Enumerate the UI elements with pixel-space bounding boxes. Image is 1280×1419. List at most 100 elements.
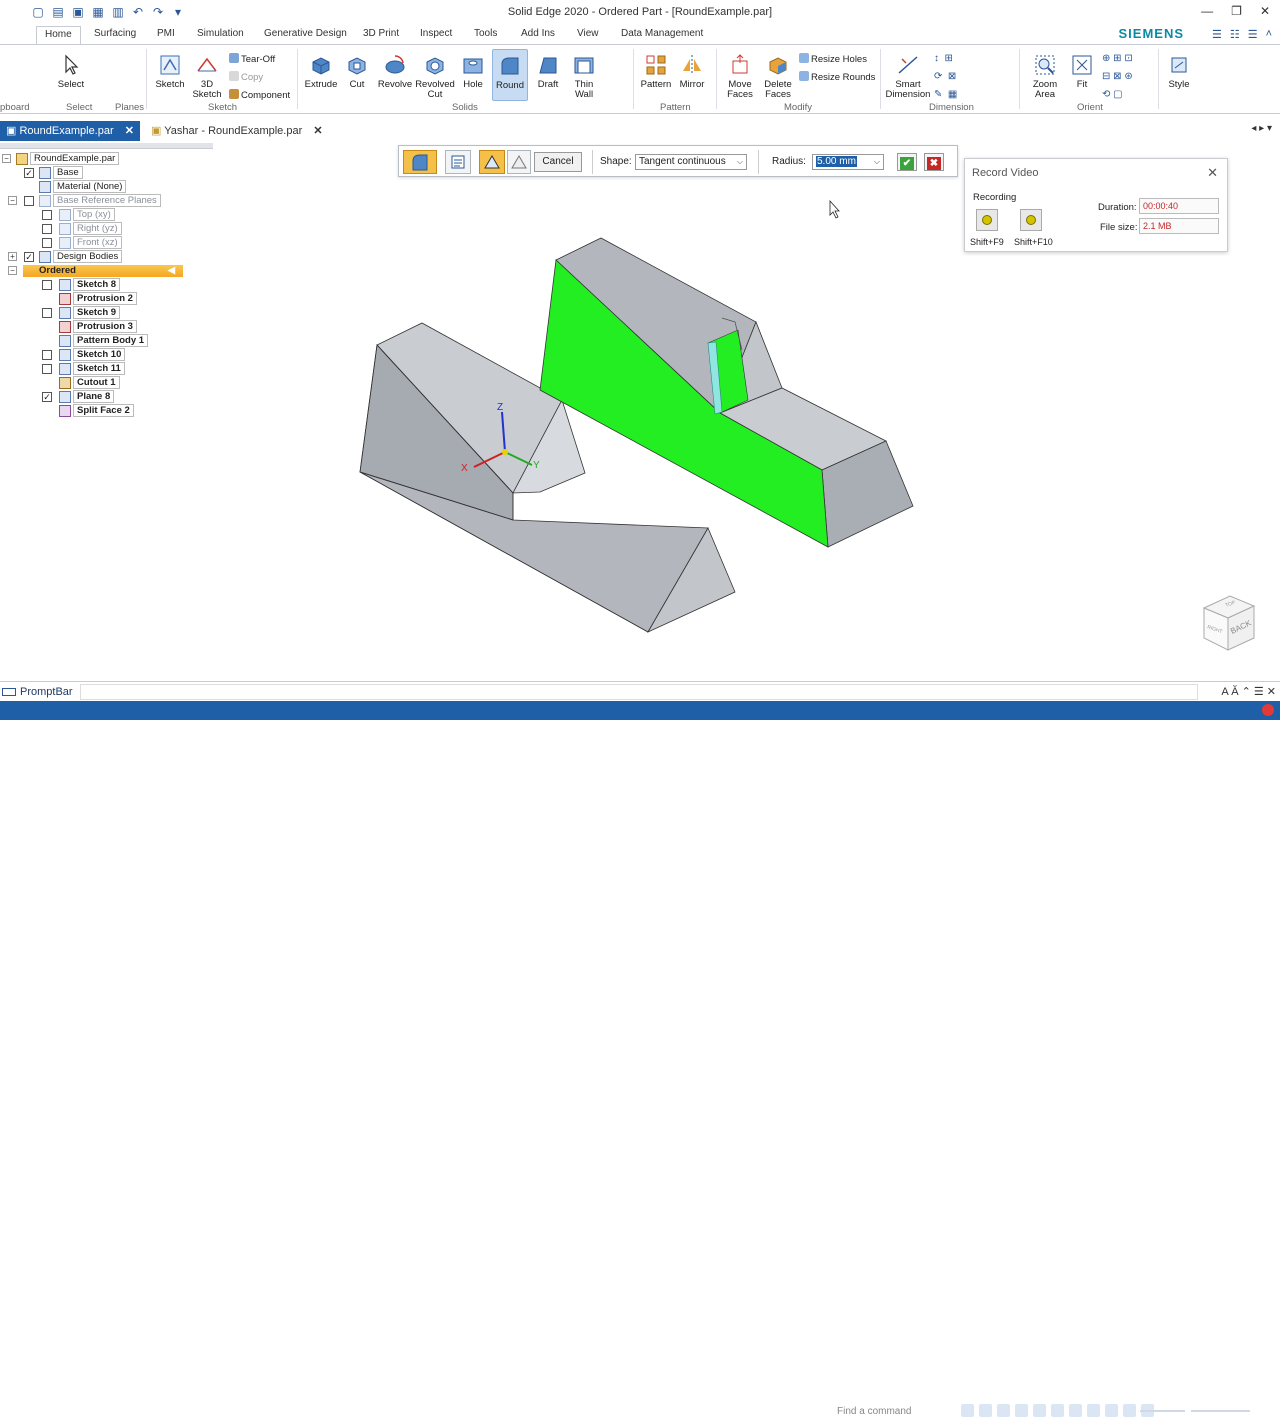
tree-item-split-face2[interactable]: Split Face 2 [42,404,134,417]
tab-view[interactable]: View [577,28,599,39]
shade-icon[interactable] [1069,1404,1082,1417]
tile-icon[interactable]: ☷ [1230,28,1240,41]
tree-item-base-planes[interactable]: − Base Reference Planes [8,194,161,207]
close-icon[interactable]: ✕ [1207,165,1218,181]
zoom-slider[interactable] [1140,1410,1250,1412]
copy-button[interactable]: Copy [229,71,263,83]
view-icon[interactable] [1051,1404,1064,1417]
restore-icon[interactable]: ❐ [1231,4,1242,18]
tree-item-protrusion3[interactable]: Protrusion 3 [42,320,137,333]
close-icon[interactable]: ✕ [1260,4,1270,18]
draft-button[interactable]: Draft [532,53,564,90]
minimize-icon[interactable]: — [1201,4,1213,18]
shape-dropdown[interactable]: Tangent continuous ⌵ [635,154,747,170]
help-list-icon[interactable]: ☰ [1212,28,1222,41]
checkbox[interactable] [42,280,52,290]
revolve-button[interactable]: Revolve [377,53,413,90]
hole-button[interactable]: Hole [457,53,489,90]
checkbox[interactable] [42,238,52,248]
select-edge-button[interactable] [479,150,505,174]
tree-item-plane8[interactable]: ✓ Plane 8 [42,390,115,403]
tab-surfacing[interactable]: Surfacing [94,28,136,39]
tree-item-sketch11[interactable]: Sketch 11 [42,362,125,375]
dimension-small-tools-3[interactable]: ✎ ▦ [934,89,957,100]
view-cube[interactable]: TOP RIGHT BACK [1196,590,1260,654]
3d-sketch-button[interactable]: 3D Sketch [190,53,224,100]
dimension-small-tools[interactable]: ↕ ⊞ [934,53,953,64]
doc-tab-yashar[interactable]: ▣ Yashar - RoundExample.par ✕ [145,121,329,141]
arrow-icon[interactable] [961,1404,974,1417]
tab-tools[interactable]: Tools [474,28,497,39]
move-faces-button[interactable]: Move Faces [722,53,758,100]
tab-3d-print[interactable]: 3D Print [363,28,399,39]
checkbox[interactable] [42,308,52,318]
tab-scroll-controls[interactable]: ◂ ▸ ▾ [1251,123,1272,134]
style-button[interactable]: Style [1164,53,1194,90]
tree-item-protrusion2[interactable]: Protrusion 2 [42,292,137,305]
fit-icon[interactable] [1015,1404,1028,1417]
close-command-button[interactable]: ✖ [924,153,944,171]
doc-tab-roundexample[interactable]: ▣ RoundExample.par ✕ [0,121,140,141]
tree-item-material[interactable]: Material (None) [22,180,127,193]
expand-icon[interactable]: + [8,252,17,261]
tab-data-management[interactable]: Data Management [621,28,703,39]
tree-root[interactable]: − RoundExample.par [2,152,120,165]
thin-wall-button[interactable]: Thin Wall [567,53,601,100]
find-command-input[interactable]: Find a command [834,1404,957,1419]
tree-item-sketch10[interactable]: Sketch 10 [42,348,126,361]
tree-splitter[interactable] [0,143,213,149]
rotate-icon[interactable] [1033,1404,1046,1417]
orient-small-tools-3[interactable]: ⟲ ▢ [1102,89,1123,100]
select-button[interactable]: Select [56,53,86,90]
tab-generative-design[interactable]: Generative Design [264,28,347,39]
close-tab-icon[interactable]: ✕ [313,125,322,137]
pan-icon[interactable] [979,1404,992,1417]
left-body-lower-face[interactable] [359,471,709,633]
tab-add-ins[interactable]: Add Ins [521,28,555,39]
round-step-button[interactable] [403,150,437,174]
zoom-icon[interactable] [997,1404,1010,1417]
display-icon[interactable] [1123,1404,1136,1417]
pause-button[interactable] [976,209,998,231]
tree-item-top-plane[interactable]: Top (xy) [42,208,115,221]
sketch-button[interactable]: Sketch [153,53,187,90]
checkbox[interactable] [42,350,52,360]
checkbox[interactable] [24,196,34,206]
orient-small-tools[interactable]: ⊕ ⊞ ⊡ [1102,53,1133,64]
options-button[interactable] [445,150,471,174]
checkbox[interactable] [42,364,52,374]
collapse-icon[interactable]: − [8,266,17,275]
mirror-button[interactable]: Mirror [676,53,708,90]
radius-input[interactable]: 5.00 mm ⌵ [812,154,884,170]
close-tab-icon[interactable]: ✕ [125,125,134,137]
zoom-area-button[interactable]: Zoom Area [1027,53,1063,100]
layer-icon[interactable] [1105,1404,1118,1417]
select-chain-button[interactable] [507,150,531,174]
prompt-controls[interactable]: A Ă ⌃ ☰ ✕ [1221,685,1276,698]
tree-item-sketch8[interactable]: Sketch 8 [42,278,121,291]
stop-button[interactable] [1020,209,1042,231]
delete-faces-button[interactable]: Delete Faces [760,53,796,100]
checkbox-checked[interactable]: ✓ [24,252,34,262]
orient-small-tools-2[interactable]: ⊟ ⊠ ⊛ [1102,71,1133,82]
tree-item-ordered[interactable]: Ordered ◀ [23,265,183,277]
extrude-button[interactable]: Extrude [304,53,338,90]
checkbox[interactable] [42,210,52,220]
style-icon[interactable] [1087,1404,1100,1417]
component-button[interactable]: Component [229,89,290,101]
tree-item-sketch9[interactable]: Sketch 9 [42,306,121,319]
collapse-icon[interactable]: − [8,196,17,205]
cut-button[interactable]: Cut [342,53,372,90]
tree-item-design-bodies[interactable]: + ✓ Design Bodies [8,250,123,263]
tab-pmi[interactable]: PMI [157,28,175,39]
round-button[interactable]: Round [492,49,528,101]
accept-button[interactable]: ✔ [897,153,917,171]
window-list-icon[interactable]: ☰ [1248,28,1258,41]
tab-simulation[interactable]: Simulation [197,28,244,39]
tree-item-pattern-body1[interactable]: Pattern Body 1 [42,334,149,347]
prompt-bar-label[interactable]: PromptBar [20,686,73,698]
smart-dimension-button[interactable]: Smart Dimension [884,53,932,100]
revolved-cut-button[interactable]: Revolved Cut [415,53,455,100]
dimension-small-tools-2[interactable]: ⟳ ⊠ [934,71,956,82]
collapse-ribbon-icon[interactable]: ˄ [1266,28,1272,41]
